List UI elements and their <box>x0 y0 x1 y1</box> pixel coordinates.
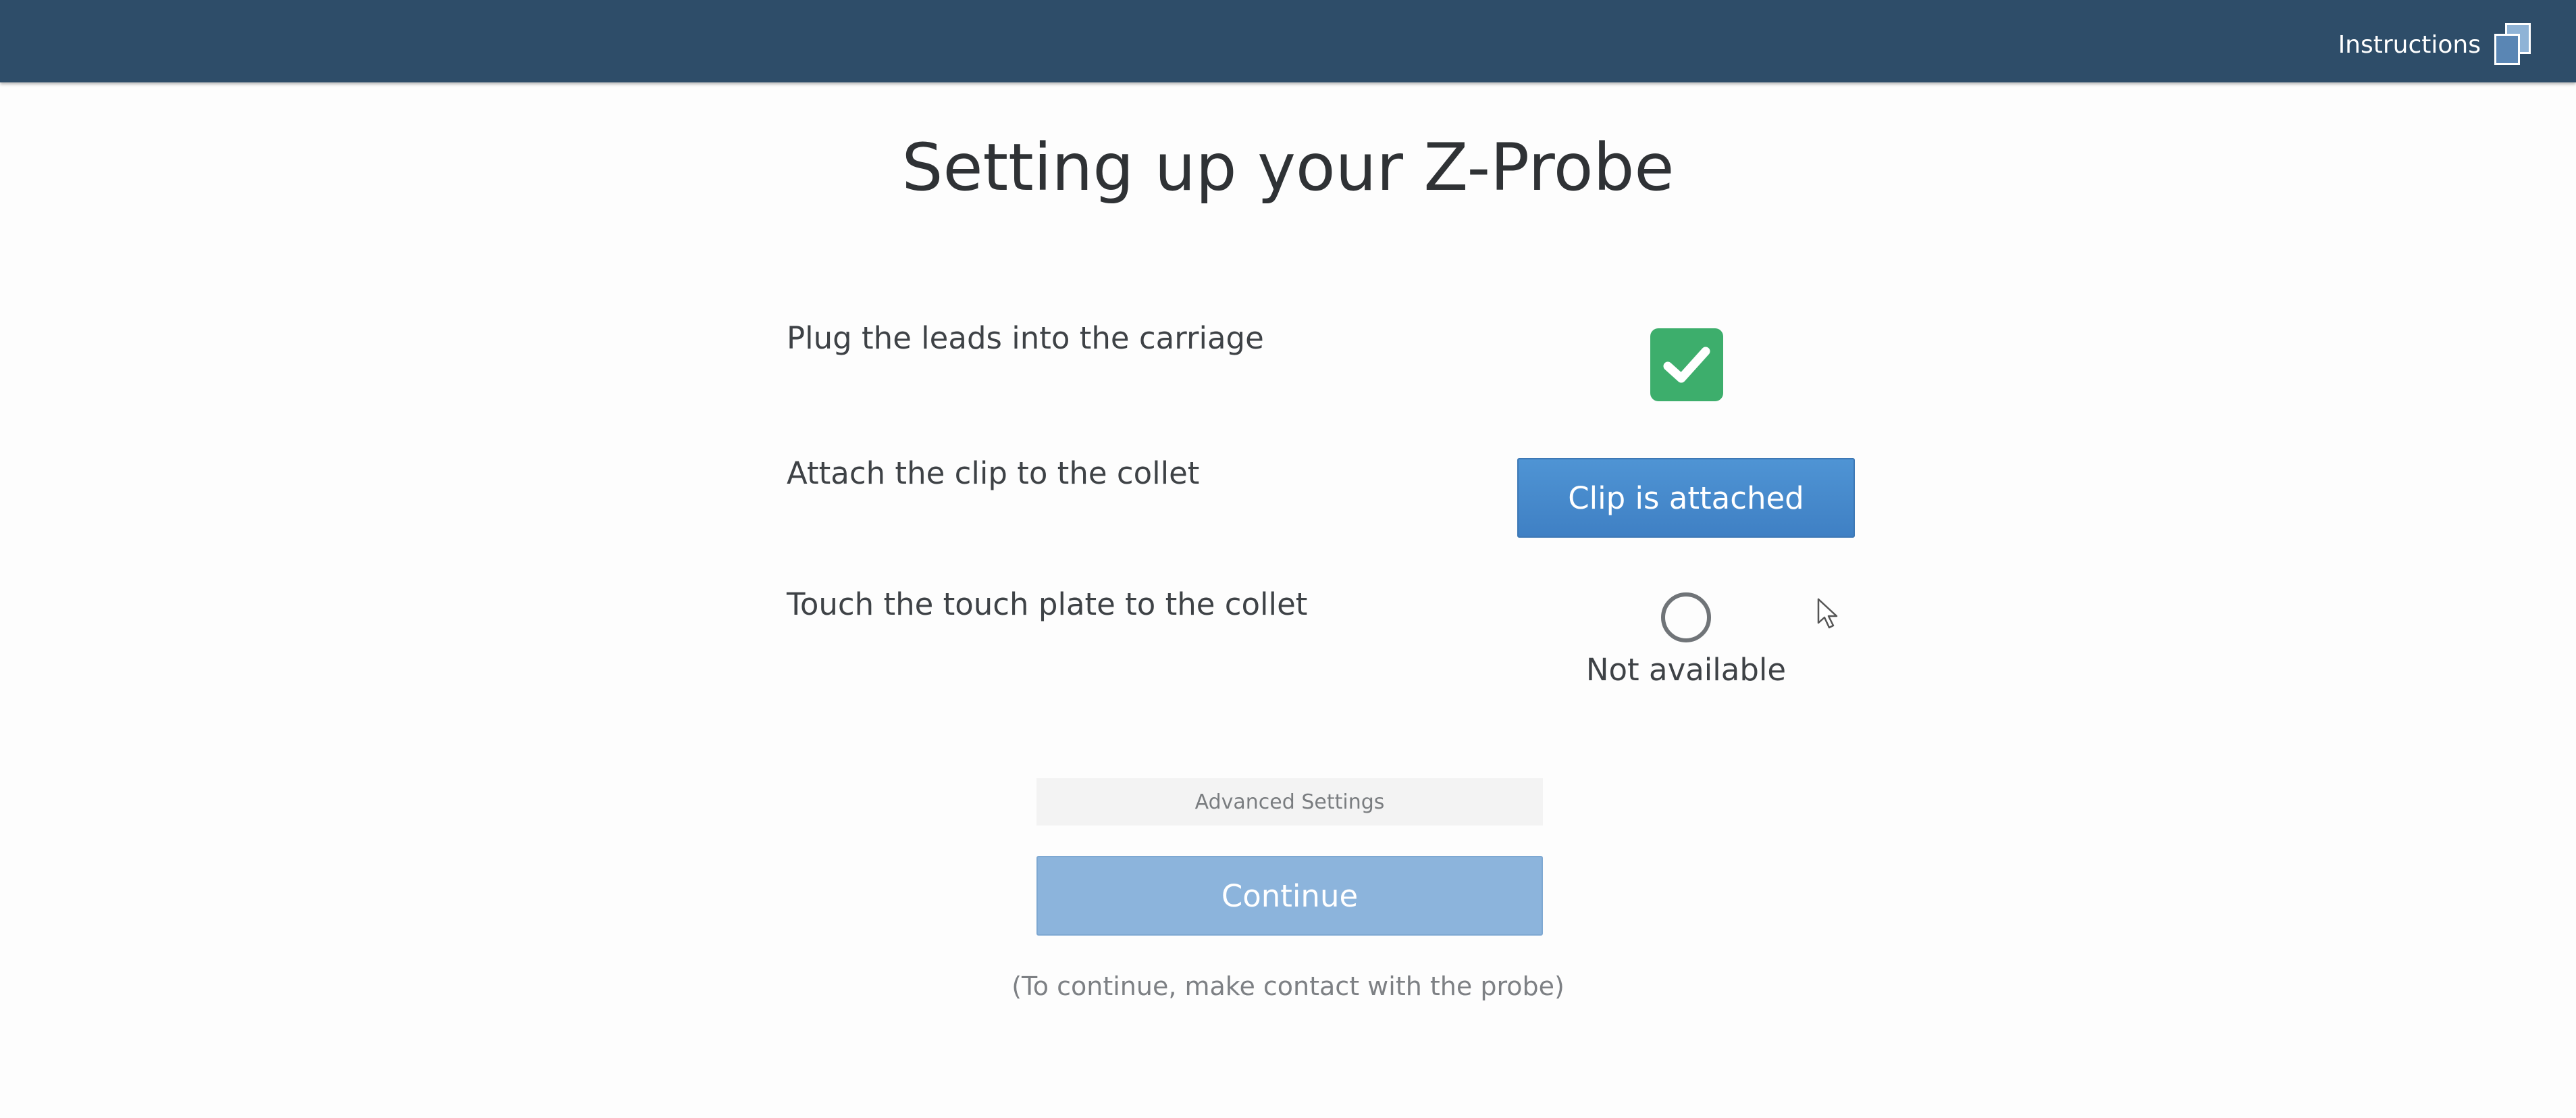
mouse-cursor-icon <box>1816 597 1839 632</box>
empty-circle-icon <box>1661 592 1711 642</box>
advanced-settings-button[interactable]: Advanced Settings <box>1036 778 1543 825</box>
step-label-touch-plate: Touch the touch plate to the collet <box>787 586 1308 622</box>
continue-button[interactable]: Continue <box>1036 856 1543 936</box>
instructions-link[interactable]: Instructions <box>2338 20 2532 69</box>
page-title: Setting up your Z-Probe <box>901 130 1675 205</box>
step-label-attach-clip: Attach the clip to the collet <box>787 455 1200 491</box>
step-label-plug-leads: Plug the leads into the carriage <box>787 320 1264 356</box>
probe-status-text: Not available <box>1585 652 1787 688</box>
top-bar: Instructions <box>0 0 2576 82</box>
clip-attached-button[interactable]: Clip is attached <box>1517 458 1855 538</box>
instructions-label: Instructions <box>2338 30 2481 59</box>
continue-hint: (To continue, make contact with the prob… <box>1011 971 1565 1001</box>
check-icon <box>1650 328 1723 401</box>
copy-pages-icon <box>2494 23 2532 66</box>
